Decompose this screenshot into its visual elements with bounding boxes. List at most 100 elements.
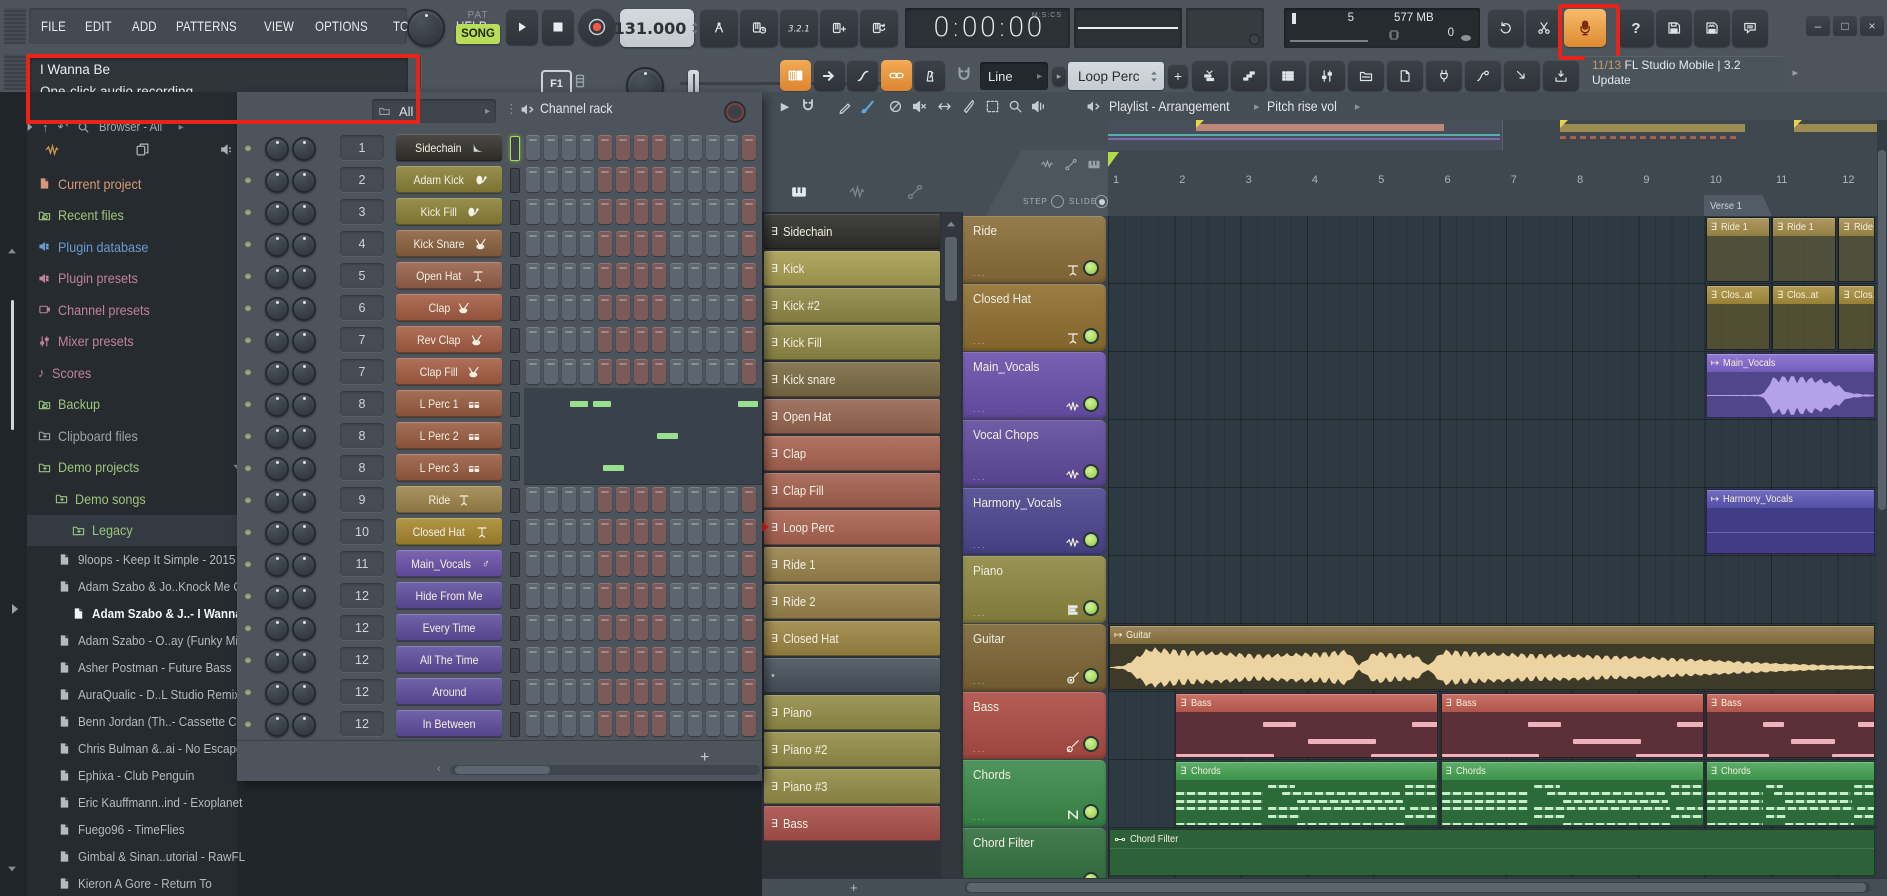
channel-mute-led[interactable]	[245, 529, 251, 535]
playlist-slip-tool[interactable]	[933, 95, 955, 117]
channel-mute-led[interactable]	[245, 145, 251, 151]
mini-knob[interactable]	[1249, 34, 1260, 45]
clip-harmony-vocals[interactable]: ↦Harmony_Vocals	[1706, 489, 1875, 554]
channel-target-mixer-track[interactable]: 7	[340, 327, 384, 352]
step-cell[interactable]	[526, 263, 540, 288]
playlist-menu-icon[interactable]	[1086, 99, 1101, 114]
step-cell[interactable]	[670, 135, 684, 160]
step-cell[interactable]	[526, 199, 540, 224]
step-cell[interactable]	[544, 359, 558, 384]
channel-mute-led[interactable]	[245, 209, 251, 215]
tempo-display[interactable]: 131.000	[620, 9, 694, 47]
step-cell[interactable]	[688, 359, 702, 384]
step-cell[interactable]	[652, 295, 666, 320]
chat-button[interactable]	[1732, 9, 1768, 47]
step-cell[interactable]	[634, 647, 648, 672]
corner-performance-icon[interactable]	[1040, 158, 1054, 171]
channel-button[interactable]: Sidechain	[396, 134, 502, 161]
step-cell[interactable]	[724, 359, 738, 384]
step-cell[interactable]	[652, 647, 666, 672]
step-cell[interactable]	[526, 551, 540, 576]
step-cell[interactable]	[742, 199, 756, 224]
step-cell[interactable]	[526, 647, 540, 672]
step-cell[interactable]	[526, 327, 540, 352]
play-button[interactable]	[506, 9, 538, 45]
timeline-ruler[interactable]: Verse 1 123456789101112	[1108, 150, 1877, 217]
mic-button[interactable]	[1564, 9, 1606, 47]
step-cell[interactable]	[670, 711, 684, 736]
channel-selector-led[interactable]	[510, 296, 520, 321]
step-cell[interactable]	[544, 295, 558, 320]
slide-toggle[interactable]	[1095, 195, 1108, 208]
step-cell[interactable]	[706, 231, 720, 256]
step-cell[interactable]	[562, 167, 576, 192]
channel-button[interactable]: Every Time	[396, 614, 502, 641]
step-cell[interactable]	[562, 647, 576, 672]
playlist-pencil-tool[interactable]	[834, 95, 856, 117]
step-cell[interactable]	[688, 679, 702, 704]
track-options[interactable]: ...	[973, 472, 987, 482]
step-cell[interactable]	[580, 551, 594, 576]
channel-volume-knob[interactable]	[292, 489, 316, 513]
channel-volume-knob[interactable]	[292, 297, 316, 321]
step-cell[interactable]	[634, 519, 648, 544]
step-cell[interactable]	[544, 583, 558, 608]
step-cell[interactable]	[724, 231, 738, 256]
pattern-item[interactable]: ∃Closed Hat	[764, 621, 940, 656]
step-cell[interactable]	[706, 359, 720, 384]
track-enable-led[interactable]	[1083, 328, 1099, 344]
step-cell[interactable]	[688, 615, 702, 640]
step-cell[interactable]	[706, 647, 720, 672]
step-cell[interactable]	[616, 551, 630, 576]
smooth-button[interactable]	[847, 60, 878, 91]
step-cell[interactable]	[544, 711, 558, 736]
channel-note-preview[interactable]	[524, 420, 762, 453]
step-cell[interactable]	[580, 359, 594, 384]
picker-scroll-thumb[interactable]	[945, 237, 957, 301]
export-button[interactable]	[1543, 60, 1579, 91]
channel-volume-knob[interactable]	[292, 361, 316, 385]
step-cell[interactable]	[670, 167, 684, 192]
step-cell[interactable]	[562, 711, 576, 736]
browser-folder[interactable]: Clipboard files	[27, 420, 248, 452]
track-enable-led[interactable]	[1083, 736, 1099, 752]
channel-target-mixer-track[interactable]: 2	[340, 167, 384, 192]
channel-rack-title[interactable]: Channel rack	[540, 100, 613, 116]
piano-roll-button[interactable]	[1231, 60, 1267, 91]
channel-pan-knob[interactable]	[265, 233, 289, 257]
clip-ride-1[interactable]: ∃Ride 1	[1838, 217, 1875, 282]
step-cell[interactable]	[742, 487, 756, 512]
step-cell[interactable]	[598, 135, 612, 160]
playlist-title-text[interactable]: Playlist - Arrangement	[1109, 98, 1230, 114]
step-cell[interactable]	[742, 679, 756, 704]
channel-button[interactable]: Open Hat	[396, 262, 502, 289]
pattern-item[interactable]: ∃Piano	[764, 695, 940, 730]
pattern-step-button[interactable]: ▸	[1052, 66, 1066, 86]
channel-mute-led[interactable]	[245, 305, 251, 311]
add-pattern-button[interactable]: +	[1168, 64, 1188, 88]
step-cell[interactable]	[688, 199, 702, 224]
browser-folder[interactable]: Current project	[27, 168, 248, 200]
save-as-button[interactable]	[1694, 9, 1730, 47]
channel-target-mixer-track[interactable]: 11	[340, 551, 384, 576]
step-cell[interactable]	[670, 519, 684, 544]
channel-pan-knob[interactable]	[265, 585, 289, 609]
step-cell[interactable]	[742, 551, 756, 576]
track-header-ride[interactable]: Ride...	[963, 216, 1106, 283]
browser-file[interactable]: Asher Postman - Future Bass	[27, 654, 268, 681]
clip-bass[interactable]: ∃Bass	[1706, 693, 1875, 758]
rack-menu-icon[interactable]	[520, 102, 535, 117]
step-cell[interactable]	[598, 359, 612, 384]
browser-file[interactable]: 9loops - Keep It Simple - 2015	[27, 546, 268, 573]
channel-pan-knob[interactable]	[265, 393, 289, 417]
playlist-vscroll-thumb[interactable]	[1878, 150, 1886, 510]
clip-guitar[interactable]: ↦Guitar	[1109, 625, 1875, 690]
menu-options[interactable]: OPTIONS	[315, 18, 368, 34]
menu-edit[interactable]: EDIT	[85, 18, 112, 34]
rack-hscroll-left-icon[interactable]: ‹	[437, 763, 441, 775]
channel-group-selector[interactable]: All ▸	[372, 99, 496, 123]
channel-target-mixer-track[interactable]: 12	[340, 647, 384, 672]
step-cell[interactable]	[652, 359, 666, 384]
step-cell[interactable]	[544, 647, 558, 672]
step-cell[interactable]	[562, 583, 576, 608]
